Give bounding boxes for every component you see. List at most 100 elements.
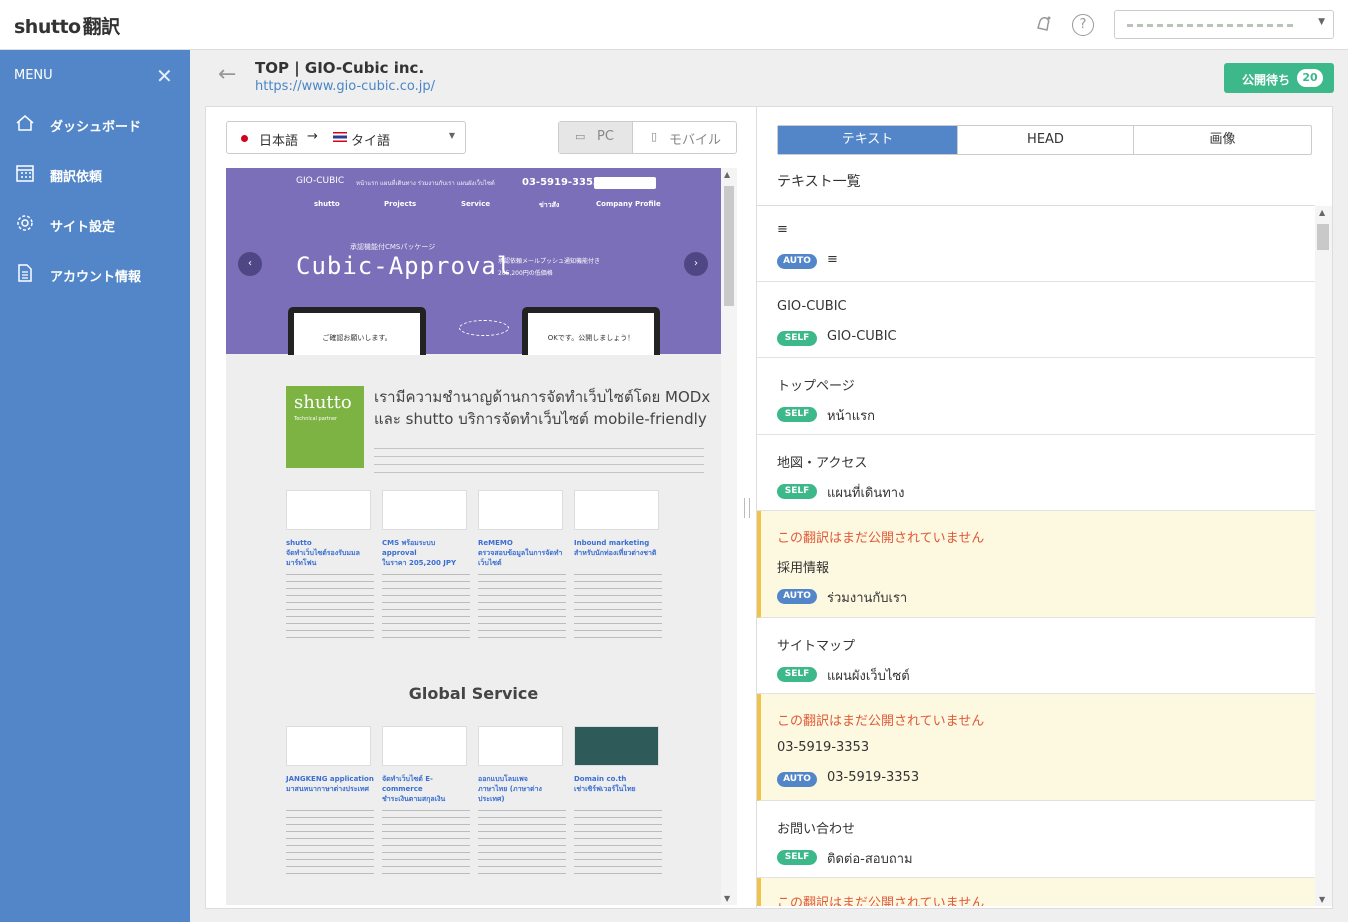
- thailand-flag-icon: [333, 132, 347, 142]
- translated-text: ร่วมงานกับเรา: [827, 591, 908, 606]
- translated-text: หน้าแรก: [827, 409, 875, 424]
- preview-scrollbar[interactable]: ▲ ▼: [721, 168, 737, 905]
- text-list-title: テキスト一覧: [777, 174, 861, 190]
- sidebar-item-translation-request[interactable]: 翻訳依頼: [0, 155, 190, 195]
- target-language: タイ語: [351, 134, 391, 149]
- list-scrollbar[interactable]: ▲ ▼: [1315, 206, 1332, 906]
- sidebar-item-account-info[interactable]: アカウント情報: [0, 255, 190, 295]
- preview-screen-left: ご確認お願いします。: [288, 307, 426, 355]
- card-thumb: [286, 490, 371, 530]
- auto-badge: AUTO: [777, 589, 817, 604]
- scrollbar-thumb[interactable]: [724, 186, 734, 306]
- card-text: [286, 570, 374, 640]
- source-text: GIO-CUBIC: [777, 299, 847, 314]
- publish-pending-count: 20: [1297, 69, 1323, 87]
- card-title: Domain co.th เช่าเซิร์ฟเวอร์ในไทย: [574, 775, 636, 793]
- device-mobile-button[interactable]: ▯ モバイル: [633, 122, 737, 153]
- translation-item-unpublished[interactable]: この翻訳はまだ公開されていません: [757, 878, 1315, 906]
- help-icon[interactable]: ?: [1072, 14, 1094, 36]
- card-thumb: [478, 726, 563, 766]
- unpublished-warning: この翻訳はまだ公開されていません: [777, 714, 985, 729]
- card-thumb: [382, 726, 467, 766]
- translation-item[interactable]: お問い合わせ SELF ติดต่อ-สอบถาม: [757, 801, 1315, 878]
- back-arrow-icon[interactable]: ←: [218, 62, 236, 87]
- self-badge: SELF: [777, 667, 817, 682]
- logo-word: shutto: [294, 392, 352, 413]
- logo-text: shutto: [14, 16, 81, 38]
- subnav-item: ข่าวสัง: [539, 201, 560, 209]
- preview-hero-title: Cubic-Approval: [296, 252, 513, 280]
- preview-paragraph: [374, 444, 704, 480]
- device-pc-button[interactable]: ▭ PC: [559, 122, 633, 153]
- source-text: ≡: [777, 222, 788, 237]
- tab-text[interactable]: テキスト: [778, 126, 957, 154]
- translation-list: ≡ AUTO ≡ GIO-CUBIC SELF GIO-CUBIC トップページ…: [757, 206, 1315, 906]
- preview-shutto-logo: shutto Technical partner: [286, 386, 364, 468]
- self-badge: SELF: [777, 331, 817, 346]
- scroll-down-icon[interactable]: ▼: [1319, 895, 1325, 904]
- tab-head[interactable]: HEAD: [958, 126, 1133, 154]
- preview-brand: GIO-CUBIC: [296, 176, 345, 186]
- preview-hero: GIO-CUBIC หน้าแรก แผนที่เดินทาง ร่วมงานก…: [226, 168, 721, 355]
- top-header: shutto 翻訳 ? ▼: [0, 0, 1348, 50]
- translation-item[interactable]: GIO-CUBIC SELF GIO-CUBIC: [757, 282, 1315, 358]
- card-thumb: [382, 490, 467, 530]
- subnav-item: Projects: [384, 200, 417, 208]
- menu-label: MENU: [14, 68, 53, 83]
- scroll-up-icon[interactable]: ▲: [724, 170, 730, 179]
- mobile-icon: ▯: [651, 130, 658, 143]
- card-thumb: [286, 726, 371, 766]
- screen-left-text: ご確認お願いします。: [294, 313, 420, 355]
- translation-item[interactable]: 地図・アクセス SELF แผนที่เดินทาง: [757, 435, 1315, 511]
- translation-item[interactable]: トップページ SELF หน้าแรก: [757, 358, 1315, 435]
- card-thumb: [574, 726, 659, 766]
- preview-tagline: 承認機能付CMSパッケージ: [350, 243, 436, 251]
- document-icon: [14, 263, 36, 285]
- tab-images[interactable]: 画像: [1134, 126, 1311, 154]
- source-text: トップページ: [777, 379, 855, 394]
- card-title: จัดทำเว็บไซต์ E-commerce ชำระเงินตามสกุล…: [382, 775, 446, 803]
- card-text: [286, 806, 374, 876]
- card-text: [382, 806, 470, 876]
- account-select[interactable]: ▼: [1114, 10, 1334, 39]
- site-preview[interactable]: GIO-CUBIC หน้าแรก แผนที่เดินทาง ร่วมงานก…: [226, 168, 721, 905]
- calendar-icon: [14, 163, 36, 185]
- notification-bell-icon[interactable]: [1033, 14, 1055, 36]
- subnav-item: Service: [461, 200, 491, 208]
- sidebar-item-site-settings[interactable]: サイト設定: [0, 205, 190, 245]
- chevron-down-icon: ▼: [1318, 17, 1325, 27]
- app-logo[interactable]: shutto 翻訳: [14, 12, 120, 39]
- translation-item[interactable]: サイトマップ SELF แผนผังเว็บไซต์: [757, 618, 1315, 694]
- scroll-up-icon[interactable]: ▲: [1319, 208, 1325, 217]
- device-pc-label: PC: [597, 129, 614, 144]
- preview-tel: 03-5919-3353: [522, 177, 600, 188]
- translation-item[interactable]: ≡ AUTO ≡: [757, 206, 1315, 282]
- self-badge: SELF: [777, 484, 817, 499]
- preview-nav: หน้าแรก แผนที่เดินทาง ร่วมงานกับเรา แผนผ…: [356, 180, 495, 187]
- subnav-item: Company Profile: [596, 200, 661, 208]
- japan-flag-icon: [241, 135, 248, 142]
- publish-pending-button[interactable]: 公開待ち 20: [1224, 63, 1334, 93]
- scroll-down-icon[interactable]: ▼: [724, 894, 730, 903]
- unpublished-warning: この翻訳はまだ公開されていません: [777, 531, 985, 546]
- translated-text: GIO-CUBIC: [827, 329, 897, 344]
- sidebar-item-dashboard[interactable]: ダッシュボード: [0, 105, 190, 145]
- content-tabs: テキスト HEAD 画像: [777, 125, 1312, 155]
- panel-resize-handle[interactable]: [744, 498, 750, 518]
- chevron-down-icon: ▼: [448, 131, 455, 140]
- card-text: [478, 570, 566, 640]
- source-text: サイトマップ: [777, 639, 856, 654]
- translation-item-unpublished[interactable]: この翻訳はまだ公開されていません 採用情報 AUTO ร่วมงานกับเรา: [757, 511, 1315, 618]
- page-url-link[interactable]: https://www.gio-cubic.co.jp/: [255, 79, 435, 94]
- translation-item-unpublished[interactable]: この翻訳はまだ公開されていません 03-5919-3353 AUTO 03-59…: [757, 694, 1315, 801]
- source-text: 地図・アクセス: [777, 456, 868, 471]
- scrollbar-thumb[interactable]: [1317, 224, 1329, 250]
- unpublished-warning: この翻訳はまだ公開されていません: [777, 896, 985, 906]
- preview-dotted-path: [459, 320, 509, 336]
- card-text: [382, 570, 470, 640]
- language-pair-select[interactable]: 日本語 → タイ語 ▼: [226, 121, 466, 154]
- translated-text: ติดต่อ-สอบถาม: [827, 852, 913, 867]
- account-name-blurred: [1127, 24, 1297, 27]
- preview-subnav: shutto Projects Service ข่าวสัง Company …: [286, 200, 666, 230]
- close-icon[interactable]: ✕: [156, 64, 173, 88]
